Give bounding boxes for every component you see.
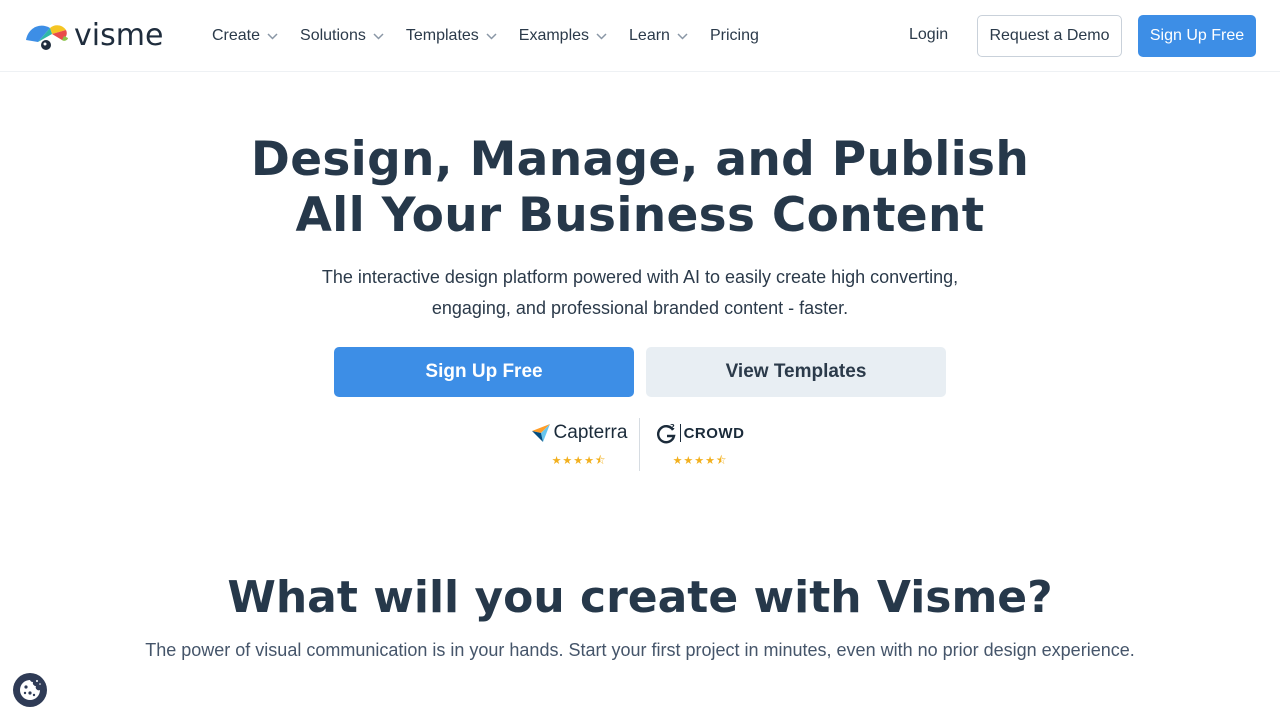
cookie-icon bbox=[20, 680, 41, 700]
nav-label: Pricing bbox=[709, 27, 759, 44]
hero-subtitle-line1: The interactive design platform powered … bbox=[321, 267, 959, 287]
hero-subtitle: The interactive design platform powered … bbox=[290, 262, 990, 324]
visme-logo-icon bbox=[26, 25, 68, 50]
nav-item-pricing[interactable]: Pricing bbox=[710, 27, 759, 45]
capterra-name: Capterra bbox=[553, 422, 628, 443]
chevron-down-icon bbox=[677, 32, 688, 40]
g2-crowd-rating[interactable]: 2 CROWD ★★★★⯪ bbox=[656, 420, 744, 472]
hero-title-line2: All Your Business Content bbox=[295, 188, 985, 243]
section-subtitle: The power of visual communication is in … bbox=[145, 640, 1135, 660]
g2-stars: ★★★★⯪ bbox=[672, 454, 728, 467]
visme-logo[interactable]: visme bbox=[24, 18, 163, 54]
chevron-down-icon bbox=[596, 32, 607, 40]
hero-title-line1: Design, Manage, and Publish bbox=[250, 132, 1030, 187]
nav-item-examples[interactable]: Examples bbox=[519, 27, 607, 45]
g2-icon: 2 bbox=[656, 423, 676, 444]
nav-item-learn[interactable]: Learn bbox=[629, 27, 688, 45]
g2-crowd-logo: 2 CROWD bbox=[656, 420, 745, 446]
nav-label: Templates bbox=[405, 27, 479, 44]
request-demo-button[interactable]: Request a Demo bbox=[977, 15, 1122, 57]
view-templates-button[interactable]: View Templates bbox=[646, 347, 946, 397]
g2-crowd-name: CROWD bbox=[683, 424, 745, 442]
logo-wordmark: visme bbox=[74, 18, 164, 53]
header-signup-button[interactable]: Sign Up Free bbox=[1138, 15, 1256, 57]
section-title: What will you create with Visme? bbox=[227, 572, 1053, 623]
nav-label: Examples bbox=[518, 27, 590, 44]
hero-subtitle-line2: engaging, and professional branded conte… bbox=[431, 298, 849, 318]
nav-label: Create bbox=[212, 27, 261, 44]
hero-signup-button[interactable]: Sign Up Free bbox=[334, 347, 634, 397]
chevron-down-icon bbox=[373, 32, 384, 40]
nav-label: Solutions bbox=[300, 27, 366, 44]
nav-item-templates[interactable]: Templates bbox=[406, 27, 497, 45]
chevron-down-icon bbox=[267, 32, 278, 40]
ratings-divider bbox=[639, 418, 640, 471]
capterra-stars: ★★★★⯪ bbox=[551, 454, 607, 467]
hero-title: Design, Manage, and Publish All Your Bus… bbox=[0, 132, 1280, 244]
chevron-down-icon bbox=[486, 32, 497, 40]
svg-text:2: 2 bbox=[670, 423, 675, 431]
capterra-arrow-icon bbox=[531, 424, 550, 442]
nav-item-create[interactable]: Create bbox=[212, 27, 278, 45]
site-header: visme Create Solutions Templates Example… bbox=[0, 0, 1280, 72]
nav-label: Learn bbox=[629, 27, 670, 44]
login-link[interactable]: Login bbox=[909, 26, 948, 44]
capterra-logo: Capterra bbox=[531, 420, 628, 446]
main-nav: Create Solutions Templates Examples Lear… bbox=[212, 24, 759, 48]
nav-item-solutions[interactable]: Solutions bbox=[300, 27, 384, 45]
g2-logo-separator bbox=[679, 424, 681, 442]
capterra-rating[interactable]: Capterra ★★★★⯪ bbox=[530, 420, 628, 472]
cookie-settings-button[interactable] bbox=[13, 673, 47, 707]
